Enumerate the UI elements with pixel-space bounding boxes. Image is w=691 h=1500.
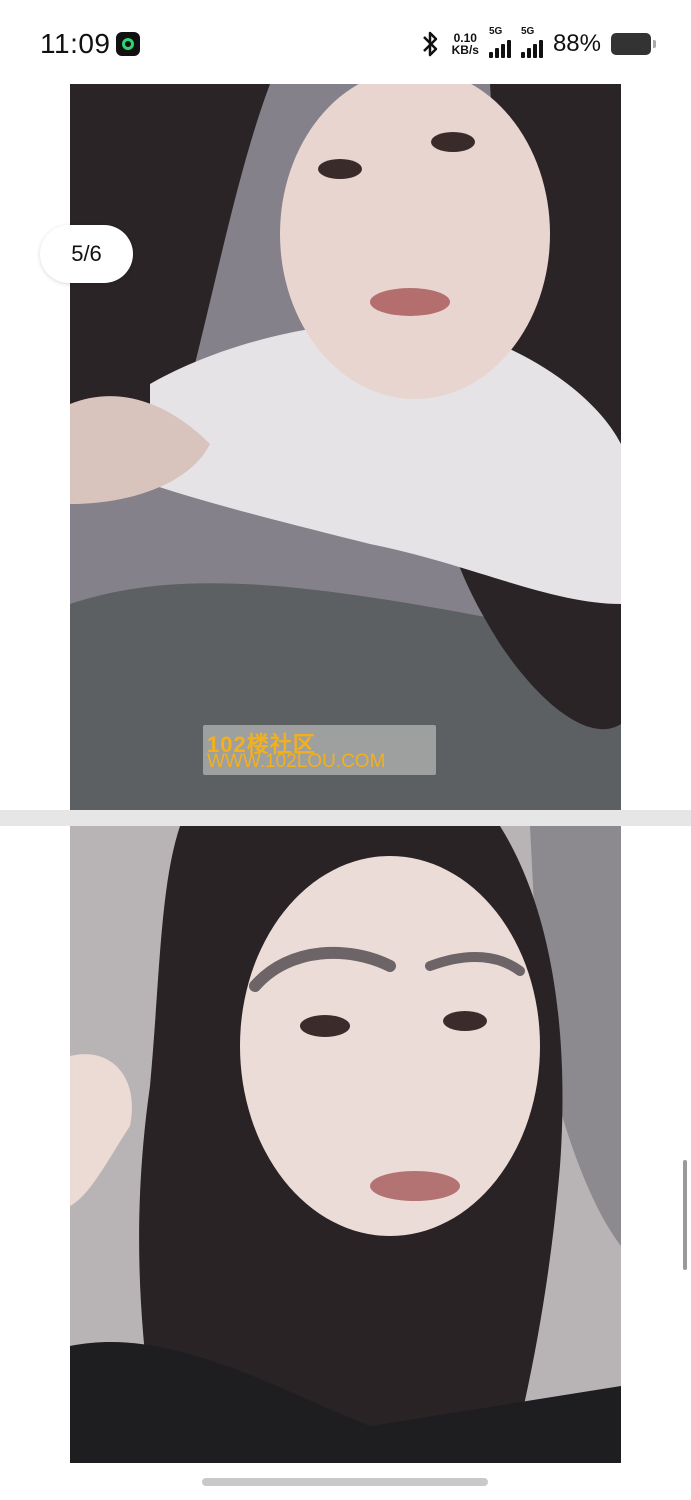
photo-image-2[interactable] xyxy=(70,826,621,1463)
signal-strength-icon-sim1: 5G xyxy=(488,26,511,58)
page-indicator: 5/6 xyxy=(40,225,133,283)
clock-time: 11:09 xyxy=(40,28,111,59)
sim1-network-label: 5G xyxy=(488,26,503,37)
scrollbar-thumb[interactable] xyxy=(683,1160,687,1270)
network-speed-unit: KB/s xyxy=(451,43,479,57)
battery-percent: 88% xyxy=(552,30,601,57)
signal-strength-icon-sim2: 5G xyxy=(520,26,543,58)
photo-separator xyxy=(0,810,691,826)
battery-icon xyxy=(611,33,656,55)
photo-2-illustration xyxy=(70,826,621,1463)
network-speed: 0.10 KB/s xyxy=(452,32,479,56)
photo-image-1[interactable] xyxy=(70,84,621,810)
watermark-url: WWW.102LOU.COM xyxy=(207,751,386,772)
home-indicator-bar[interactable] xyxy=(202,1478,488,1486)
sim2-network-label: 5G xyxy=(520,26,535,37)
photo-1-illustration xyxy=(70,84,621,810)
status-icons: 0.10 KB/s 5G 5G 88% xyxy=(418,26,656,60)
site-watermark: 102楼社区 WWW.102LOU.COM xyxy=(203,725,436,775)
bluetooth-icon xyxy=(422,31,437,57)
status-bar: 11:09 0.10 KB/s 5G 5G 88% xyxy=(0,0,691,84)
app-notification-icon xyxy=(116,32,140,56)
